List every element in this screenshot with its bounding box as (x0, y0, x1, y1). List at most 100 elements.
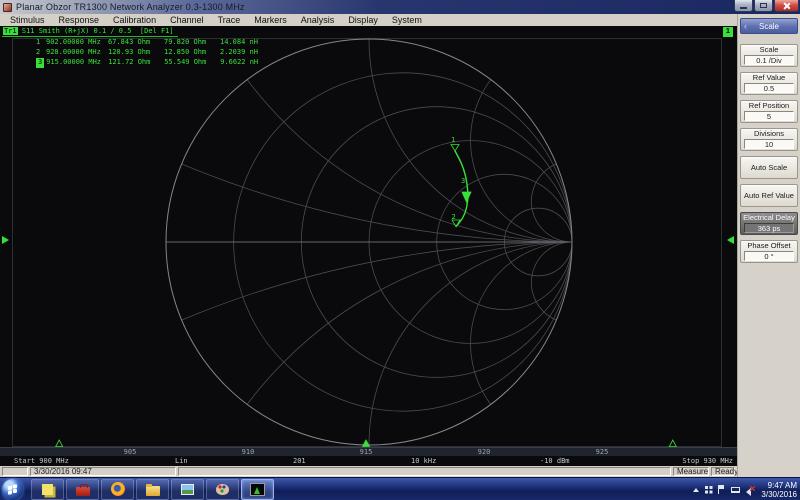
menu-analysis[interactable]: Analysis (294, 14, 342, 26)
softkey-ref-value[interactable]: Ref Value0.5 (740, 72, 798, 95)
start-button[interactable] (2, 479, 23, 500)
app-icon (3, 3, 12, 12)
softkey-divisions-value: 10 (744, 139, 794, 149)
softkey-auto-ref-value[interactable]: Auto Ref Value (740, 184, 798, 207)
marker-1-mrea: 79.820 Ohm (164, 38, 220, 48)
softkey-ref-position-value: 5 (744, 111, 794, 121)
ref-position-indicator-left (2, 236, 9, 244)
maximize-icon (760, 3, 767, 8)
marker-3-mrea: 55.549 Ohm (164, 58, 220, 68)
close-button[interactable] (774, 0, 799, 12)
softkey-phase-offset[interactable]: Phase Offset0 ° (740, 240, 798, 263)
marker-1-mind: 14.084 nH (220, 38, 264, 48)
trace-marker-label-3: 3 (461, 177, 465, 185)
maximize-button[interactable] (754, 0, 773, 12)
trace-marker-label-2: 2 (452, 213, 456, 221)
menu-calibration[interactable]: Calibration (106, 14, 163, 26)
marker-readout-row: 2928.00000 MHz120.93 Ohm12.850 Ohm2.2039… (0, 48, 264, 58)
taskbar-network-analyzer-button[interactable] (241, 479, 274, 500)
freq-tick-920: 920 (478, 448, 491, 456)
menu-trace[interactable]: Trace (211, 14, 248, 26)
status-grip (2, 467, 28, 476)
system-tray: 9:47 AM 3/30/2016 (693, 478, 797, 500)
marker-1-mres: 67.843 Ohm (108, 38, 164, 48)
axis-marker-2[interactable] (669, 440, 676, 447)
softkey-ref-value-label: Ref Value (741, 73, 797, 83)
softkey-auto-scale[interactable]: Auto Scale (740, 156, 798, 179)
marker-3-mres: 121.72 Ohm (108, 58, 164, 68)
taskbar-file-explorer-button[interactable] (136, 479, 169, 500)
softkey-ref-value-value: 0.5 (744, 83, 794, 93)
axis-marker-3[interactable] (363, 440, 370, 447)
softkey-electrical-delay[interactable]: Electrical Delay363 ps (740, 212, 798, 235)
desktop: Planar Obzor TR1300 Network Analyzer 0.3… (0, 0, 800, 500)
softkey-panel-header[interactable]: ‹ Scale (740, 18, 798, 34)
softkey-ref-position-label: Ref Position (741, 101, 797, 111)
stim-if-bandwidth: 10 kHz (411, 457, 436, 465)
taskbar: 9:47 AM 3/30/2016 (0, 477, 800, 500)
trace-marker-1[interactable] (451, 145, 459, 152)
freq-tick-925: 925 (596, 448, 609, 456)
network-icon[interactable] (731, 487, 740, 493)
taskbar-clock[interactable]: 9:47 AM 3/30/2016 (761, 481, 797, 499)
axis-marker-1[interactable] (56, 440, 63, 447)
marker-2-mfreq: 928.00000 MHz (46, 48, 108, 58)
softkey-panel-title: Scale (759, 22, 779, 31)
taskbar-paint-button[interactable] (206, 479, 239, 500)
marker-3-mnum active: 3 (36, 58, 44, 68)
close-icon (783, 2, 790, 9)
taskbar-sticky-notes-button[interactable] (31, 479, 64, 500)
status-ready: Ready (711, 467, 735, 476)
stimulus-status-row: Start 900 MHzLin20110 kHz-10 dBmStop 930… (0, 456, 737, 466)
frequency-axis-strip: 905910915920925 (0, 447, 737, 456)
taskbar-firefox-button[interactable] (101, 479, 134, 500)
taskbar-toolbox-button[interactable] (66, 479, 99, 500)
stim-points: 201 (293, 457, 306, 465)
marker-3-mind: 9.6622 nH (220, 58, 264, 68)
title-bar: Planar Obzor TR1300 Network Analyzer 0.3… (0, 0, 800, 14)
softkey-scale-label: Scale (741, 45, 797, 55)
trace-header[interactable]: Tr1 S11 Smith (R+jX) 0.1 / 0.5 [Del F1] (2, 26, 178, 37)
clock-date: 3/30/2016 (761, 490, 797, 499)
status-filler (178, 467, 671, 476)
softkey-electrical-delay-value: 363 ps (744, 223, 794, 233)
softkey-phase-offset-value: 0 ° (744, 251, 794, 261)
softkey-scale[interactable]: Scale0.1 /Div (740, 44, 798, 67)
s11-trace (455, 151, 468, 227)
trace-marker-3[interactable] (462, 192, 471, 202)
freq-tick-910: 910 (242, 448, 255, 456)
menu-stimulus[interactable]: Stimulus (3, 14, 52, 26)
menu-system[interactable]: System (385, 14, 429, 26)
softkey-ref-position[interactable]: Ref Position5 (740, 100, 798, 123)
freq-tick-905: 905 (124, 448, 137, 456)
taskbar-photo-viewer-button[interactable] (171, 479, 204, 500)
menu-channel[interactable]: Channel (163, 14, 211, 26)
softkey-divisions-label: Divisions (741, 129, 797, 139)
trace-descriptor: S11 Smith (R+jX) 0.1 / 0.5 (22, 27, 132, 35)
volume-muted-icon[interactable] (746, 486, 755, 494)
menu-display[interactable]: Display (341, 14, 385, 26)
marker-2-mrea: 12.850 Ohm (164, 48, 220, 58)
minimize-button[interactable] (734, 0, 753, 12)
menu-markers[interactable]: Markers (247, 14, 294, 26)
show-hidden-icons-icon[interactable] (693, 488, 699, 492)
action-center-flag-icon[interactable] (718, 485, 725, 494)
marker-1-mnum: 1 (36, 38, 46, 48)
marker-2-mind: 2.2039 nH (220, 48, 264, 58)
trace-deembed-flag: [Del F1] (140, 27, 174, 35)
stim-start-frequency: Start 900 MHz (14, 457, 69, 465)
network-analyzer-icon (250, 483, 265, 496)
softkey-auto-scale-label: Auto Scale (751, 163, 787, 173)
windows-update-icon[interactable] (705, 486, 709, 490)
smith-chart-area: 1 2 3 Tr1 S11 Smith (R+jX) 0.1 / 0.5 [Del … (0, 26, 737, 466)
menu-response[interactable]: Response (52, 14, 107, 26)
marker-2-mres: 120.93 Ohm (108, 48, 164, 58)
active-trace-badge: 1 (723, 27, 733, 37)
firefox-icon (111, 482, 125, 496)
clock-time: 9:47 AM (761, 481, 797, 490)
menu-bar: StimulusResponseCalibrationChannelTraceM… (0, 14, 737, 26)
softkey-auto-ref-value-label: Auto Ref Value (744, 191, 794, 201)
softkey-divisions[interactable]: Divisions10 (740, 128, 798, 151)
status-datetime: 3/30/2016 09:47 (30, 467, 176, 476)
smith-grid (0, 26, 737, 466)
